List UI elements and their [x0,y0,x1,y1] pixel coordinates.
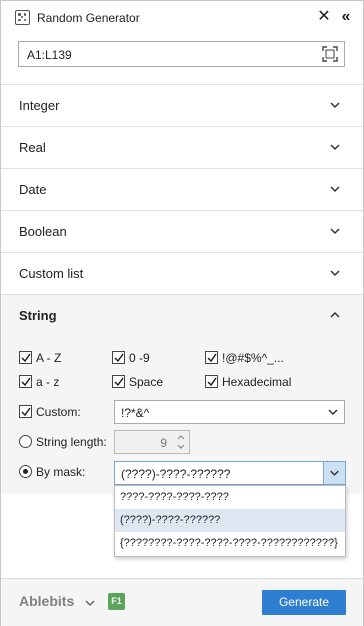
checkbox-hexadecimal[interactable]: Hexadecimal [205,374,305,390]
mask-dropdown-list: ????-????-????-???? (????)-????-?????? {… [114,485,346,557]
checkbox-label: a - z [36,375,60,389]
radio-label: String length: [36,435,107,449]
mask-combo[interactable]: (????)-????-?????? [114,461,346,485]
checkbox-label: Custom: [36,405,81,419]
checkbox-symbols[interactable]: !@#$%^_... [205,350,305,366]
section-label: Real [19,140,46,155]
radio-button[interactable] [19,435,32,448]
chevron-down-icon [330,144,340,151]
checkbox-box[interactable] [205,351,218,364]
chevron-down-icon[interactable] [85,599,95,607]
section-date[interactable]: Date [1,168,363,210]
checkbox-lowercase[interactable]: a - z [19,374,99,390]
section-real[interactable]: Real [1,126,363,168]
checkbox-space[interactable]: Space [112,374,192,390]
checkbox-label: Hexadecimal [222,375,292,389]
section-custom-list[interactable]: Custom list [1,252,363,294]
mask-option[interactable]: ????-????-????-???? [115,486,345,509]
section-label: Boolean [19,224,67,239]
checkbox-uppercase[interactable]: A - Z [19,350,99,366]
mask-value: (????)-????-?????? [121,467,231,481]
pane-title: Random Generator [37,11,140,25]
section-integer[interactable]: Integer [1,84,363,126]
dice-icon [15,10,30,25]
checkbox-box[interactable] [19,405,32,418]
checkbox-label: 0 -9 [129,351,150,365]
mask-option[interactable]: {????????-????-????-????-????????????} [115,532,345,555]
title-bar: Random Generator ✕ « [1,1,363,34]
brand-menu[interactable]: Ablebits [19,593,74,609]
spinner-icon[interactable] [175,433,187,451]
checkbox-box[interactable] [112,351,125,364]
chevron-up-icon[interactable] [329,310,341,320]
checkbox-label: A - Z [36,351,62,365]
chevron-down-icon [330,228,340,235]
section-label: Integer [19,98,60,113]
section-boolean[interactable]: Boolean [1,210,363,252]
generate-button[interactable]: Generate [262,590,346,615]
range-input[interactable]: A1:L139 [18,41,345,67]
checkbox-box[interactable] [112,375,125,388]
random-generator-pane: Random Generator ✕ « A1:L139 Integer Rea… [0,0,364,626]
mask-option-text: (????)-????-?????? [120,514,221,526]
mask-option-selected[interactable]: (????)-????-?????? [115,509,345,532]
string-length-value: 9 [160,436,167,450]
chevron-down-icon [330,270,340,277]
section-label[interactable]: String [19,308,57,323]
help-button[interactable]: F1 [108,593,125,610]
radio-label: By mask: [36,465,86,479]
checkbox-digits[interactable]: 0 -9 [112,350,192,366]
checkbox-box[interactable] [205,375,218,388]
chevron-down-icon [330,186,340,193]
checkbox-custom[interactable]: Custom: [19,404,99,420]
radio-button[interactable] [19,465,32,478]
chevron-down-icon[interactable] [323,462,345,484]
chevron-down-icon [330,102,340,109]
section-label: Date [19,182,47,197]
custom-chars-combo[interactable]: !?*&^ [114,400,345,424]
mask-option-text: ????-????-????-???? [120,491,229,503]
close-icon[interactable]: ✕ [315,7,333,27]
checkbox-label: !@#$%^_... [222,351,284,365]
radio-string-length[interactable]: String length: [19,434,114,450]
section-string: String A - Z 0 -9 !@#$%^_... a - z Space… [1,294,363,494]
collapse-icon[interactable]: « [337,7,355,27]
checkbox-box[interactable] [19,351,32,364]
footer: Ablebits F1 Generate [1,578,363,626]
checkbox-label: Space [129,375,164,389]
select-range-icon[interactable] [322,46,338,62]
radio-by-mask[interactable]: By mask: [19,464,109,480]
custom-chars-value: !?*&^ [121,406,150,420]
range-value: A1:L139 [27,48,72,62]
section-label: Custom list [19,266,84,281]
chevron-down-icon[interactable] [322,401,344,423]
string-length-stepper[interactable]: 9 [114,430,190,454]
checkbox-box[interactable] [19,375,32,388]
mask-option-text: {????????-????-????-????-????????????} [120,537,338,549]
